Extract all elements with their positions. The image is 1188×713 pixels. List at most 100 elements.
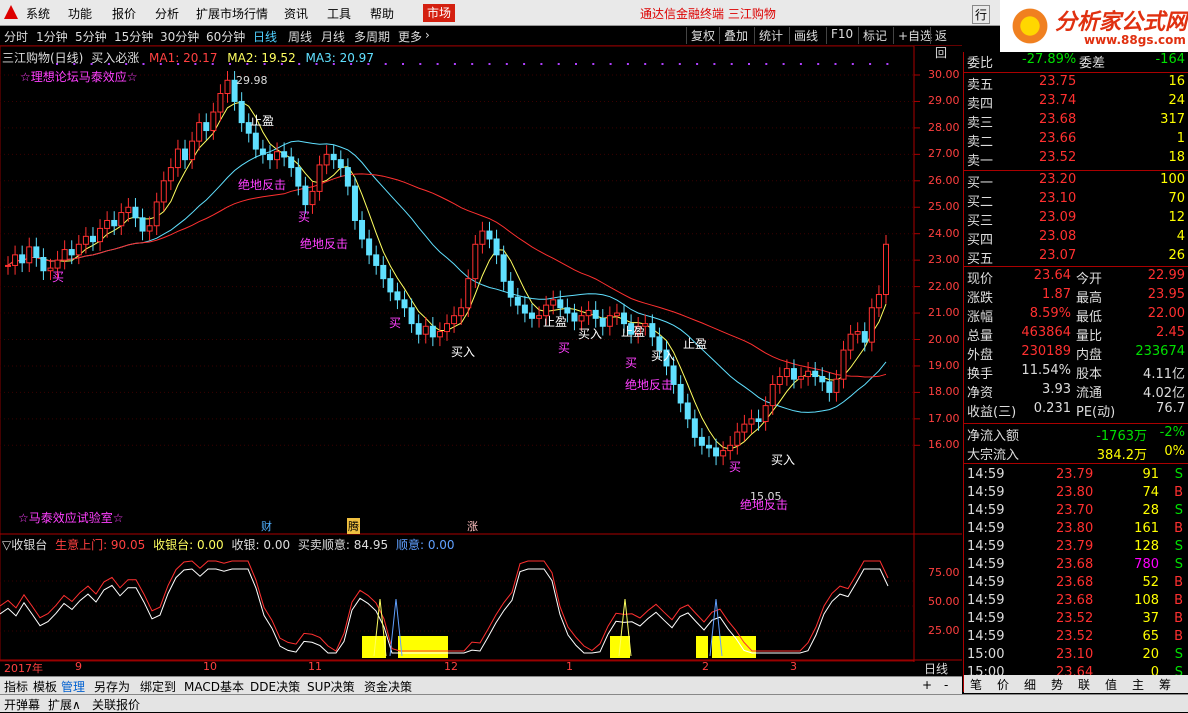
quote-tab[interactable]: 细 bbox=[1024, 676, 1036, 693]
btn-back[interactable]: 返回 bbox=[930, 27, 962, 60]
quote-tab[interactable]: 值 bbox=[1105, 676, 1117, 693]
stat-row: 净资 3.93 流通 4.02亿 bbox=[964, 382, 1188, 401]
menu-quote[interactable]: 报价 bbox=[112, 5, 136, 22]
tab-save-as[interactable]: 另存为 bbox=[94, 678, 130, 695]
tick-volume: 37 bbox=[1142, 611, 1159, 626]
sell-level-label: 卖四 bbox=[967, 97, 994, 112]
quote-tab[interactable]: 筹 bbox=[1159, 676, 1171, 693]
quote-tab[interactable]: 主 bbox=[1132, 676, 1144, 693]
kline-chart[interactable] bbox=[0, 46, 962, 662]
period-5min[interactable]: 5分钟 bbox=[75, 28, 107, 45]
period-30min[interactable]: 30分钟 bbox=[160, 28, 199, 45]
orderbook-buy-row: 买二 23.10 70 bbox=[964, 191, 1188, 210]
stat-label-2: 最高 bbox=[1076, 291, 1103, 306]
event-teng-badge[interactable]: 腾 bbox=[347, 518, 360, 534]
period-more[interactable]: 更多 bbox=[398, 28, 422, 45]
tick-price: 23.70 bbox=[1056, 503, 1094, 518]
period-multi[interactable]: 多周期 bbox=[354, 28, 390, 45]
app-icon[interactable] bbox=[4, 5, 18, 19]
ma2-label: MA2: 19.52 bbox=[227, 51, 296, 65]
chevron-right-icon[interactable]: › bbox=[425, 28, 430, 42]
btn-overlay[interactable]: 叠加 bbox=[719, 27, 752, 44]
sub-indicator-name[interactable]: ▽收银台 bbox=[2, 538, 47, 552]
candle-body bbox=[238, 100, 245, 124]
menu-tools[interactable]: 工具 bbox=[327, 5, 351, 22]
signal-dot bbox=[557, 63, 560, 65]
menu-info[interactable]: 资讯 bbox=[284, 5, 308, 22]
tab-macd[interactable]: MACD基本 bbox=[184, 678, 244, 695]
candle-body bbox=[82, 235, 89, 245]
bottom-tab-bar: 指标 模板 管理 另存为 绑定到 MACD基本 DDE决策 SUP决策 资金决策… bbox=[0, 676, 962, 694]
price-tick-label: 24.00 bbox=[928, 226, 960, 240]
menu-function[interactable]: 功能 bbox=[68, 5, 92, 22]
quote-tab[interactable]: 联 bbox=[1078, 676, 1090, 693]
ma3-label: MA3: 20.97 bbox=[305, 51, 374, 65]
period-week[interactable]: 周线 bbox=[288, 28, 312, 45]
btn-f10[interactable]: F10 bbox=[826, 27, 857, 44]
candle-body bbox=[705, 444, 712, 449]
kline-chart-area[interactable]: 三江购物(日线) 买入必涨 MA1: 20.17 MA2: 19.52 MA3:… bbox=[0, 46, 962, 676]
quote-tab[interactable]: 势 bbox=[1051, 676, 1063, 693]
candle-body bbox=[380, 264, 387, 280]
btn-fuquan[interactable]: 复权 bbox=[686, 27, 719, 44]
zoom-in-button[interactable]: + bbox=[922, 678, 932, 692]
expand-toggle[interactable]: 扩展∧ bbox=[48, 696, 81, 713]
tab-dde[interactable]: DDE决策 bbox=[250, 678, 300, 695]
period-15min[interactable]: 15分钟 bbox=[114, 28, 153, 45]
window-button[interactable]: 行 bbox=[972, 5, 991, 24]
menu-system[interactable]: 系统 bbox=[26, 5, 50, 22]
indicator-name[interactable]: 买入必涨 bbox=[91, 51, 139, 65]
menu-extended-market[interactable]: 扩展市场行情 bbox=[196, 5, 268, 22]
tick-time: 14:59 bbox=[967, 485, 1005, 500]
tab-bind[interactable]: 绑定到 bbox=[140, 678, 176, 695]
sub-line-2: 收银台: 0.00 bbox=[153, 538, 224, 552]
tab-sup[interactable]: SUP决策 bbox=[307, 678, 355, 695]
signal-buy-short-2: 买 bbox=[298, 210, 311, 224]
event-cai-badge[interactable]: 财 bbox=[261, 518, 272, 534]
signal-dot bbox=[886, 63, 889, 65]
zoom-out-button[interactable]: - bbox=[944, 678, 948, 692]
market-button[interactable]: 市场 bbox=[423, 4, 455, 22]
stat-label: 收益(三) bbox=[967, 405, 1017, 420]
period-1min[interactable]: 1分钟 bbox=[36, 28, 68, 45]
btn-draw[interactable]: 画线 bbox=[789, 27, 822, 44]
flow-row: 大宗流入 384.2万 0% bbox=[964, 444, 1188, 463]
candle-body bbox=[167, 167, 174, 182]
stat-row: 现价 23.64 今开 22.99 bbox=[964, 268, 1188, 287]
period-60min[interactable]: 60分钟 bbox=[206, 28, 245, 45]
tab-manage[interactable]: 管理 bbox=[61, 678, 85, 695]
flow-value: -1763万 bbox=[1096, 429, 1147, 444]
tick-row: 14:59 23.52 65 B bbox=[964, 629, 1188, 647]
candle-body bbox=[472, 243, 479, 280]
candle-body bbox=[875, 294, 882, 309]
candle-body bbox=[104, 219, 111, 229]
candle-body bbox=[748, 418, 755, 425]
tab-template[interactable]: 模板 bbox=[33, 678, 57, 695]
tick-price: 23.68 bbox=[1056, 593, 1094, 608]
candle-body bbox=[713, 447, 720, 457]
danmaku-toggle[interactable]: 开弹幕 bbox=[4, 696, 40, 713]
period-month[interactable]: 月线 bbox=[321, 28, 345, 45]
stat-row: 外盘 230189 内盘 233674 bbox=[964, 344, 1188, 363]
btn-mark[interactable]: 标记 bbox=[858, 27, 891, 44]
menu-help[interactable]: 帮助 bbox=[370, 5, 394, 22]
candle-body bbox=[252, 132, 259, 150]
related-quote-toggle[interactable]: 关联报价 bbox=[92, 696, 140, 713]
btn-stats[interactable]: 统计 bbox=[754, 27, 787, 44]
quote-tab[interactable]: 价 bbox=[997, 676, 1009, 693]
stat-value: 230189 bbox=[1021, 344, 1071, 359]
period-fenshi[interactable]: 分时 bbox=[4, 28, 28, 45]
signal-rebound-3: 绝地反击 bbox=[625, 378, 674, 392]
candle-body bbox=[309, 190, 316, 206]
period-day[interactable]: 日线 bbox=[253, 28, 277, 45]
signal-dot bbox=[765, 63, 768, 65]
tab-fund[interactable]: 资金决策 bbox=[364, 678, 412, 695]
event-zhang-badge[interactable]: 涨 bbox=[467, 518, 478, 534]
price-tick-label: 22.00 bbox=[928, 279, 960, 293]
price-tick-label: 17.00 bbox=[928, 411, 960, 425]
stat-value-2: 22.99 bbox=[1147, 268, 1185, 283]
menu-analysis[interactable]: 分析 bbox=[155, 5, 179, 22]
tab-indicator[interactable]: 指标 bbox=[4, 678, 28, 695]
candle-body bbox=[132, 206, 139, 219]
quote-tab[interactable]: 笔 bbox=[970, 676, 982, 693]
